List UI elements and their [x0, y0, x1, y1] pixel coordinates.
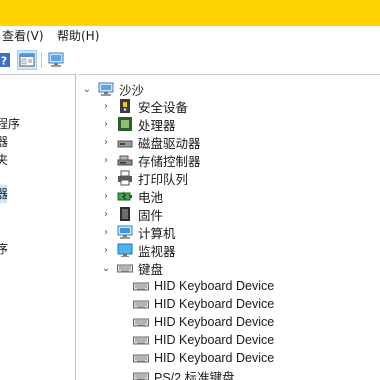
left-nav-item[interactable]: 序 — [0, 241, 8, 257]
keyboard-device-icon — [133, 296, 149, 312]
tree-category[interactable]: › 处理器 — [101, 115, 176, 133]
security-device-icon — [117, 98, 133, 114]
device-tree: ⌄ 沙沙 › 安全设备 › 处理器 › 磁盘驱动器 › 存储控制器 › 打印队列… — [79, 74, 380, 380]
tree-category[interactable]: › 磁盘驱动器 — [101, 133, 201, 151]
category-label: 存储控制器 — [138, 153, 201, 169]
monitor-icon — [117, 242, 133, 258]
properties-view-icon[interactable] — [17, 50, 37, 70]
chevron-right-icon[interactable]: › — [101, 245, 111, 256]
chevron-right-icon[interactable]: › — [101, 227, 111, 238]
scan-hardware-icon[interactable] — [46, 50, 66, 70]
device-label: PS/2 标准键盘 — [154, 370, 235, 380]
left-nav-item[interactable]: 程序 — [0, 116, 20, 132]
device-label: HID Keyboard Device — [154, 279, 275, 293]
help-icon[interactable]: ? — [0, 50, 14, 70]
title-bar — [0, 0, 380, 26]
keyboard-device-icon — [133, 350, 149, 366]
category-label: 键盘 — [138, 261, 164, 277]
chevron-right-icon[interactable]: › — [101, 209, 111, 220]
chevron-right-icon[interactable]: › — [101, 119, 111, 130]
category-label: 监视器 — [138, 243, 176, 259]
keyboard-device-icon — [133, 314, 149, 330]
disk-drive-icon — [117, 134, 133, 150]
category-label: 电池 — [138, 189, 164, 205]
tree-category[interactable]: › 存储控制器 — [101, 151, 201, 169]
printer-icon — [117, 170, 133, 186]
tree-root[interactable]: ⌄ 沙沙 — [82, 80, 144, 98]
left-nav-item-selected[interactable]: 器 — [0, 186, 8, 202]
toolbar: ? — [0, 46, 380, 74]
processor-icon — [117, 116, 133, 132]
device-label: HID Keyboard Device — [154, 351, 275, 365]
category-label: 打印队列 — [138, 171, 189, 187]
tree-category[interactable]: › 安全设备 — [101, 97, 188, 115]
menu-bar: 查看(V) 帮助(H) — [0, 26, 380, 46]
tree-category[interactable]: › 电池 — [101, 187, 163, 205]
computer-icon — [117, 224, 133, 240]
tree-category[interactable]: › 监视器 — [101, 241, 176, 259]
device-label: HID Keyboard Device — [154, 333, 275, 347]
category-label: 处理器 — [138, 117, 176, 133]
left-navigation-pane: 程序 器 夹 器 序 — [0, 74, 76, 380]
menu-view[interactable]: 查看(V) — [2, 28, 44, 44]
category-label: 安全设备 — [138, 99, 189, 115]
left-nav-item[interactable]: 夹 — [0, 152, 8, 168]
tree-category[interactable]: › 打印队列 — [101, 169, 188, 187]
tree-category[interactable]: › 固件 — [101, 205, 163, 223]
svg-text:?: ? — [1, 55, 7, 68]
keyboard-device-icon — [133, 332, 149, 348]
category-label: 固件 — [138, 207, 164, 223]
keyboard-device-icon — [133, 278, 149, 294]
chevron-right-icon[interactable]: › — [101, 137, 111, 148]
battery-icon — [117, 188, 133, 204]
chevron-right-icon[interactable]: › — [101, 101, 111, 112]
toolbar-separator — [41, 52, 42, 68]
device-item[interactable]: HID Keyboard Device — [133, 331, 274, 349]
left-nav-item[interactable]: 器 — [0, 134, 8, 150]
chevron-right-icon[interactable]: › — [101, 191, 111, 202]
device-item[interactable]: HID Keyboard Device — [133, 313, 274, 331]
firmware-icon — [117, 206, 133, 222]
device-item[interactable]: HID Keyboard Device — [133, 277, 274, 295]
tree-category[interactable]: › 计算机 — [101, 223, 176, 241]
device-item[interactable]: PS/2 标准键盘 — [133, 367, 235, 380]
chevron-down-icon[interactable]: ⌄ — [82, 84, 92, 95]
keyboard-device-icon — [133, 368, 149, 380]
menu-help[interactable]: 帮助(H) — [57, 28, 99, 44]
device-label: HID Keyboard Device — [154, 297, 275, 311]
chevron-right-icon[interactable]: › — [101, 155, 111, 166]
storage-controller-icon — [117, 152, 133, 168]
category-label: 计算机 — [138, 225, 176, 241]
device-item[interactable]: HID Keyboard Device — [133, 295, 274, 313]
chevron-down-icon[interactable]: ⌄ — [101, 263, 111, 274]
computer-root-icon — [98, 81, 114, 97]
tree-category-expanded[interactable]: ⌄ 键盘 — [101, 259, 163, 277]
device-item[interactable]: HID Keyboard Device — [133, 349, 274, 367]
chevron-right-icon[interactable]: › — [101, 173, 111, 184]
category-label: 磁盘驱动器 — [138, 135, 201, 151]
keyboard-icon — [117, 260, 133, 276]
device-label: HID Keyboard Device — [154, 315, 275, 329]
